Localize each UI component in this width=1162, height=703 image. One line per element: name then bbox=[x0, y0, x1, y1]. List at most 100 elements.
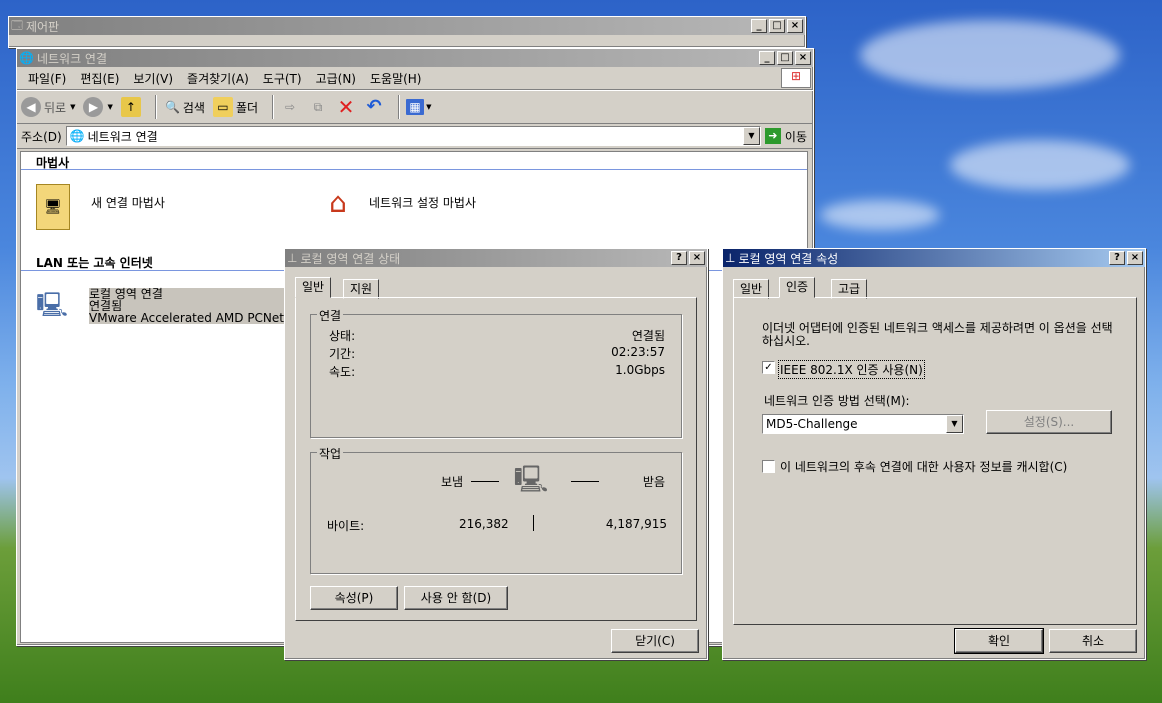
auth-description: 이더넷 어댑터에 인증된 네트워크 액세스를 제공하려면 이 옵션을 선택하십시… bbox=[762, 321, 1113, 348]
tab-general-label: 일반 bbox=[740, 282, 763, 296]
duration-row-label: 기간: bbox=[329, 347, 356, 361]
menu-edit[interactable]: 편집(E) bbox=[73, 70, 126, 87]
control-panel-titlebar[interactable]: 🗔 제어판 _ □ × bbox=[9, 17, 805, 35]
speed-row-value: 1.0Gbps bbox=[615, 363, 665, 377]
connection-group-label: 연결 bbox=[317, 307, 344, 324]
views-button[interactable]: ▦ ▼ bbox=[406, 99, 431, 115]
auth-method-dropdown-button[interactable]: ▼ bbox=[946, 415, 963, 433]
address-input[interactable]: 🌐 네트워크 연결 ▼ bbox=[65, 126, 761, 146]
address-label: 주소(D) bbox=[21, 129, 62, 144]
network-icon: 🌐 bbox=[19, 51, 34, 65]
ok-button[interactable]: 확인 bbox=[954, 628, 1044, 654]
settings-button[interactable]: 설정(S)... bbox=[986, 410, 1112, 434]
lan-header-text: LAN 또는 고속 인터넷 bbox=[36, 256, 153, 270]
search-button[interactable]: 🔍 검색 bbox=[163, 97, 205, 117]
toolbar-separator bbox=[398, 95, 401, 119]
minimize-button[interactable]: _ bbox=[751, 19, 767, 33]
copy-to-icon: ⧉ bbox=[313, 100, 323, 114]
sky-cloud bbox=[950, 140, 1130, 190]
forward-button[interactable]: ▶ ▼ bbox=[83, 97, 113, 117]
help-button[interactable]: ? bbox=[671, 251, 687, 265]
back-button[interactable]: ◀ 뒤로 ▼ bbox=[21, 97, 75, 117]
close-button[interactable]: × bbox=[1127, 251, 1143, 265]
props-dialog-titlebar[interactable]: ⊥ 로컬 영역 연결 속성 ? × bbox=[723, 249, 1145, 267]
auth-tab-panel: 이더넷 어댑터에 인증된 네트워크 액세스를 제공하려면 이 옵션을 선택하십시… bbox=[733, 297, 1137, 625]
auth-method-select[interactable]: MD5-Challenge ▼ bbox=[762, 414, 964, 434]
delete-x-icon: ✕ bbox=[337, 95, 355, 119]
tab-support[interactable]: 지원 bbox=[343, 279, 380, 299]
network-setup-wizard[interactable]: ⌂ 네트워크 설정 마법사 bbox=[319, 184, 559, 244]
sent-line bbox=[471, 481, 499, 482]
tab-general[interactable]: 일반 bbox=[295, 277, 332, 298]
maximize-button[interactable]: □ bbox=[777, 51, 793, 65]
netconn-titlebar[interactable]: 🌐 네트워크 연결 _ □ × bbox=[17, 49, 813, 67]
received-label: 받음 bbox=[642, 475, 665, 489]
network-plug-icon: ⊥ bbox=[287, 251, 298, 265]
status-dialog-titlebar[interactable]: ⊥ 로컬 영역 연결 상태 ? × bbox=[285, 249, 707, 267]
undo-icon: ↶ bbox=[366, 96, 382, 117]
control-panel-icon: 🗔 bbox=[11, 18, 23, 32]
wizard-header-text: 마법사 bbox=[36, 156, 70, 170]
props-dialog-title: 로컬 영역 연결 속성 bbox=[738, 251, 839, 266]
up-folder-button[interactable]: ↑ bbox=[120, 97, 141, 117]
bytes-label: 바이트: bbox=[327, 519, 365, 533]
address-dropdown-button[interactable]: ▼ bbox=[742, 127, 760, 145]
minimize-button[interactable]: _ bbox=[759, 51, 775, 65]
menu-file[interactable]: 파일(F) bbox=[21, 70, 73, 87]
go-arrow-icon: ➜ bbox=[764, 128, 781, 144]
move-to-button[interactable]: ⇨ bbox=[280, 97, 300, 117]
cache-user-info-checkbox[interactable] bbox=[762, 460, 775, 473]
back-label: 뒤로 bbox=[44, 100, 67, 115]
undo-button[interactable]: ↶ bbox=[364, 97, 384, 117]
ieee-8021x-label[interactable]: IEEE 802.1X 인증 사용(N) bbox=[778, 360, 925, 379]
disable-button[interactable]: 사용 안 함(D) bbox=[404, 586, 508, 610]
cache-user-info-label[interactable]: 이 네트워크의 후속 연결에 대한 사용자 정보를 캐시합(C) bbox=[780, 458, 1067, 475]
properties-button[interactable]: 속성(P) bbox=[310, 586, 398, 610]
ieee-8021x-checkbox[interactable]: ✓ bbox=[762, 361, 775, 374]
sent-label: 보냄 bbox=[441, 475, 464, 489]
network-plug-icon: ⊥ bbox=[725, 251, 736, 265]
cancel-button[interactable]: 취소 bbox=[1049, 629, 1137, 653]
menu-view[interactable]: 보기(V) bbox=[126, 70, 180, 87]
auth-method-value: MD5-Challenge bbox=[766, 417, 858, 431]
close-button[interactable]: × bbox=[689, 251, 705, 265]
tab-authentication[interactable]: 인증 bbox=[779, 277, 816, 298]
lan-connection-icon: 🖳 bbox=[36, 291, 69, 319]
new-connection-wizard-icon: 🖥 bbox=[36, 184, 70, 230]
tab-authentication-label: 인증 bbox=[786, 280, 809, 294]
toolbar-separator bbox=[272, 95, 275, 119]
house-network-icon: ⌂ bbox=[329, 186, 347, 219]
tab-general[interactable]: 일반 bbox=[733, 279, 770, 299]
close-dialog-button[interactable]: 닫기(C) bbox=[611, 629, 699, 653]
connection-group: 연결 상태: 연결됨 기간: 02:23:57 속도: 1.0Gbps bbox=[310, 307, 682, 438]
bytes-received-value: 4,187,915 bbox=[605, 517, 667, 531]
menu-advanced[interactable]: 고급(N) bbox=[309, 70, 363, 87]
close-button[interactable]: × bbox=[795, 51, 811, 65]
new-connection-wizard[interactable]: 🖥 새 연결 마법사 bbox=[36, 184, 276, 244]
activity-group-label: 작업 bbox=[317, 445, 344, 462]
maximize-button[interactable]: □ bbox=[769, 19, 785, 33]
connection-status-dialog: ⊥ 로컬 영역 연결 상태 ? × 일반 지원 연결 상태: 연결됨 기간: 0… bbox=[284, 248, 708, 660]
local-area-connection-item[interactable]: 🖳 로컬 영역 연결 연결됨 VMware Accelerated AMD PC… bbox=[36, 288, 306, 338]
menu-favorites[interactable]: 즐겨찾기(A) bbox=[180, 70, 256, 87]
menu-tools[interactable]: 도구(T) bbox=[256, 70, 309, 87]
search-icon: 🔍 bbox=[165, 100, 181, 114]
copy-to-button[interactable]: ⧉ bbox=[308, 97, 328, 117]
go-button[interactable]: ➜ 이동 bbox=[764, 128, 807, 145]
status-row-label: 상태: bbox=[329, 329, 356, 343]
activity-group: 작업 보냄 🖳 받음 바이트: 216,382 4,187,915 bbox=[310, 445, 682, 574]
auth-method-label: 네트워크 인증 방법 선택(M): bbox=[764, 394, 910, 408]
windows-logo-icon: ⊞ bbox=[781, 68, 811, 88]
menu-help[interactable]: 도움말(H) bbox=[363, 70, 429, 87]
help-button[interactable]: ? bbox=[1109, 251, 1125, 265]
views-icon: ▦ bbox=[406, 99, 425, 115]
activity-computers-icon: 🖳 bbox=[513, 465, 549, 495]
delete-button[interactable]: ✕ bbox=[336, 97, 356, 117]
folders-button[interactable]: ▭ 폴더 bbox=[212, 97, 258, 117]
close-button[interactable]: × bbox=[787, 19, 803, 33]
toolbar: ◀ 뒤로 ▼ ▶ ▼ ↑ 🔍 검색 ▭ 폴더 ⇨ ⧉ ✕ ↶ ▦ ▼ bbox=[17, 90, 813, 124]
tab-advanced[interactable]: 고급 bbox=[831, 279, 868, 299]
chevron-down-icon: ▼ bbox=[426, 103, 432, 111]
bytes-sent-value: 216,382 bbox=[459, 517, 509, 531]
chevron-down-icon: ▼ bbox=[107, 103, 113, 111]
